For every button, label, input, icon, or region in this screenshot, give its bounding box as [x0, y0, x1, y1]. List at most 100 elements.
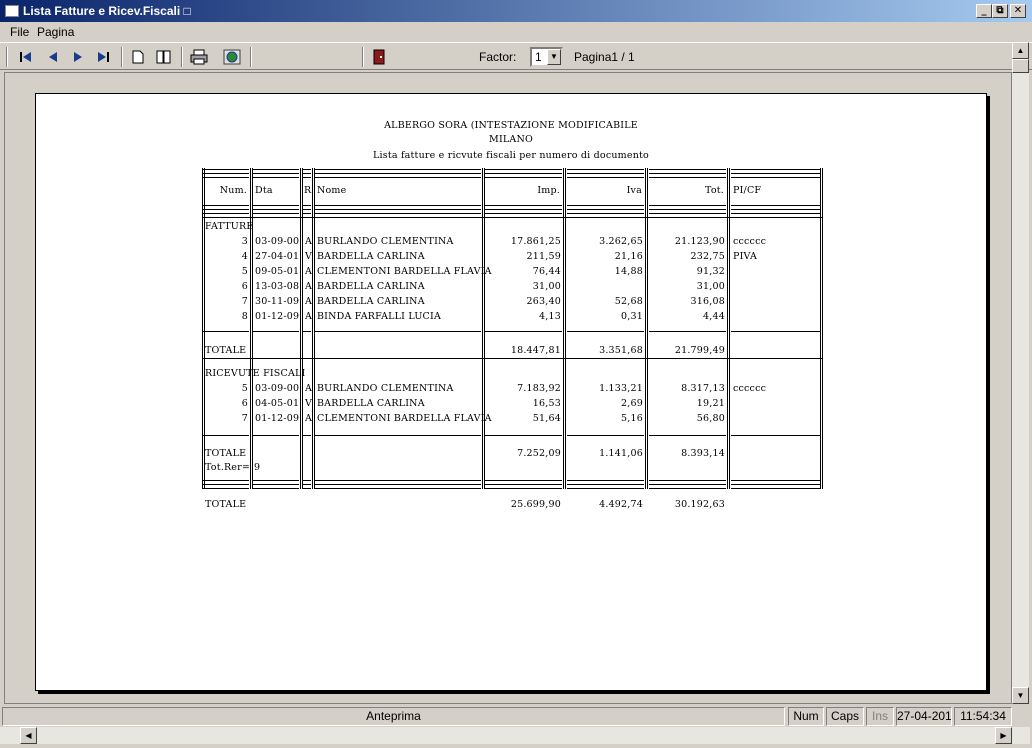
status-mode: Anteprima — [2, 707, 785, 726]
rule-line — [202, 173, 249, 174]
rule-line — [567, 484, 644, 485]
rule-line — [303, 209, 311, 210]
rule-line — [731, 480, 820, 481]
row-imp: 51,64 — [532, 413, 561, 424]
row-r: A — [305, 311, 313, 322]
rule-line — [731, 435, 820, 436]
rule-line — [253, 173, 299, 174]
rule-line — [649, 173, 726, 174]
row-iva: 14,88 — [614, 266, 643, 277]
row-nome: BURLANDO CLEMENTINA — [317, 383, 454, 394]
row-num: 7 — [241, 296, 248, 307]
rule-line — [485, 173, 562, 174]
single-page-icon[interactable] — [127, 46, 149, 68]
row-dta: 03-09-00 — [255, 236, 300, 247]
rule-line — [567, 213, 644, 214]
rule-line — [649, 209, 726, 210]
fatture-total-imp: 18.447,81 — [510, 345, 561, 356]
rule-line — [567, 435, 644, 436]
restore-button[interactable]: ⧉ — [992, 4, 1008, 18]
status-date: 27-04-2016 — [896, 707, 952, 726]
rule-line — [485, 435, 562, 436]
toolbar-separator — [181, 47, 183, 67]
exit-door-icon[interactable] — [368, 46, 390, 68]
rule-line — [567, 169, 644, 170]
row-imp: 7.183,92 — [517, 383, 561, 394]
rule-line — [315, 173, 481, 174]
horizontal-scrollbar[interactable]: ◀ ▶ — [0, 727, 1030, 744]
two-page-icon[interactable] — [153, 46, 175, 68]
rule-line — [649, 480, 726, 481]
row-tot: 31,00 — [696, 281, 725, 292]
rule-line — [202, 213, 249, 214]
rule-line — [253, 205, 299, 206]
vertical-scroll-thumb[interactable] — [1012, 59, 1029, 73]
ricevute-total-iva: 1.141,06 — [599, 448, 643, 459]
rule-line — [315, 177, 481, 178]
row-tot: 4,44 — [703, 311, 725, 322]
first-page-icon[interactable] — [15, 46, 37, 68]
rule-line — [253, 169, 299, 170]
row-nome: CLEMENTONI BARDELLA FLAVIA — [317, 266, 492, 277]
rule-line — [253, 488, 299, 489]
close-button[interactable]: ✕ — [1010, 4, 1026, 18]
row-num: 6 — [241, 281, 248, 292]
row-dta: 01-12-09 — [255, 413, 300, 424]
rule-line — [202, 484, 249, 485]
rule-line — [202, 480, 249, 481]
row-dta: 03-09-00 — [255, 383, 300, 394]
row-imp: 4,13 — [539, 311, 561, 322]
printer-icon[interactable] — [188, 46, 210, 68]
row-imp: 16,53 — [532, 398, 561, 409]
row-nome: BARDELLA CARLINA — [317, 398, 425, 409]
scroll-right-icon[interactable]: ▶ — [995, 727, 1012, 744]
next-page-icon[interactable] — [67, 46, 89, 68]
row-iva: 5,16 — [621, 413, 643, 424]
rule-line — [253, 484, 299, 485]
rule-line — [567, 480, 644, 481]
status-ins: Ins — [866, 707, 894, 726]
row-iva: 0,31 — [621, 311, 643, 322]
rule-line — [567, 331, 644, 332]
rule-line — [303, 213, 311, 214]
factor-select[interactable]: 1 ▼ — [530, 47, 563, 67]
ricevute-total-label: TOTALE — [205, 448, 247, 459]
report-city: MILANO — [489, 134, 533, 145]
vertical-scrollbar[interactable]: ▲ ▼ — [1012, 42, 1029, 704]
row-tot: 8.317,13 — [681, 383, 725, 394]
chevron-down-icon[interactable]: ▼ — [547, 49, 561, 65]
grand-total-label: TOTALE — [205, 499, 247, 510]
row-picf: cccccc — [733, 236, 767, 247]
toolbar-separator — [250, 47, 252, 67]
row-nome: BARDELLA CARLINA — [317, 281, 425, 292]
rule-line — [485, 213, 562, 214]
rule-line — [315, 205, 481, 206]
toolbar-grip — [6, 47, 8, 67]
export-icon[interactable] — [221, 46, 243, 68]
minimize-button[interactable]: _ — [976, 4, 992, 18]
rule-line — [303, 169, 311, 170]
rule-line — [202, 177, 249, 178]
rule-line — [731, 169, 820, 170]
rule-line — [315, 488, 481, 489]
scroll-up-icon[interactable]: ▲ — [1012, 42, 1029, 59]
rule-line — [253, 435, 299, 436]
col-header-nome: Nome — [317, 185, 347, 196]
rule-line — [731, 488, 820, 489]
row-tot: 56,80 — [696, 413, 725, 424]
prev-page-icon[interactable] — [42, 46, 64, 68]
menu-file[interactable]: File — [10, 25, 29, 39]
rule-line — [731, 213, 820, 214]
last-page-icon[interactable] — [93, 46, 115, 68]
rule-line — [253, 213, 299, 214]
grand-total-imp: 25.699,90 — [510, 499, 561, 510]
menu-pagina[interactable]: Pagina — [37, 25, 74, 39]
row-iva: 52,68 — [614, 296, 643, 307]
rule-line — [485, 177, 562, 178]
rule-line — [485, 480, 562, 481]
rule-line — [315, 480, 481, 481]
scroll-left-icon[interactable]: ◀ — [20, 727, 37, 744]
status-num: Num — [788, 707, 824, 726]
rule-line — [315, 213, 481, 214]
scroll-down-icon[interactable]: ▼ — [1012, 687, 1029, 704]
